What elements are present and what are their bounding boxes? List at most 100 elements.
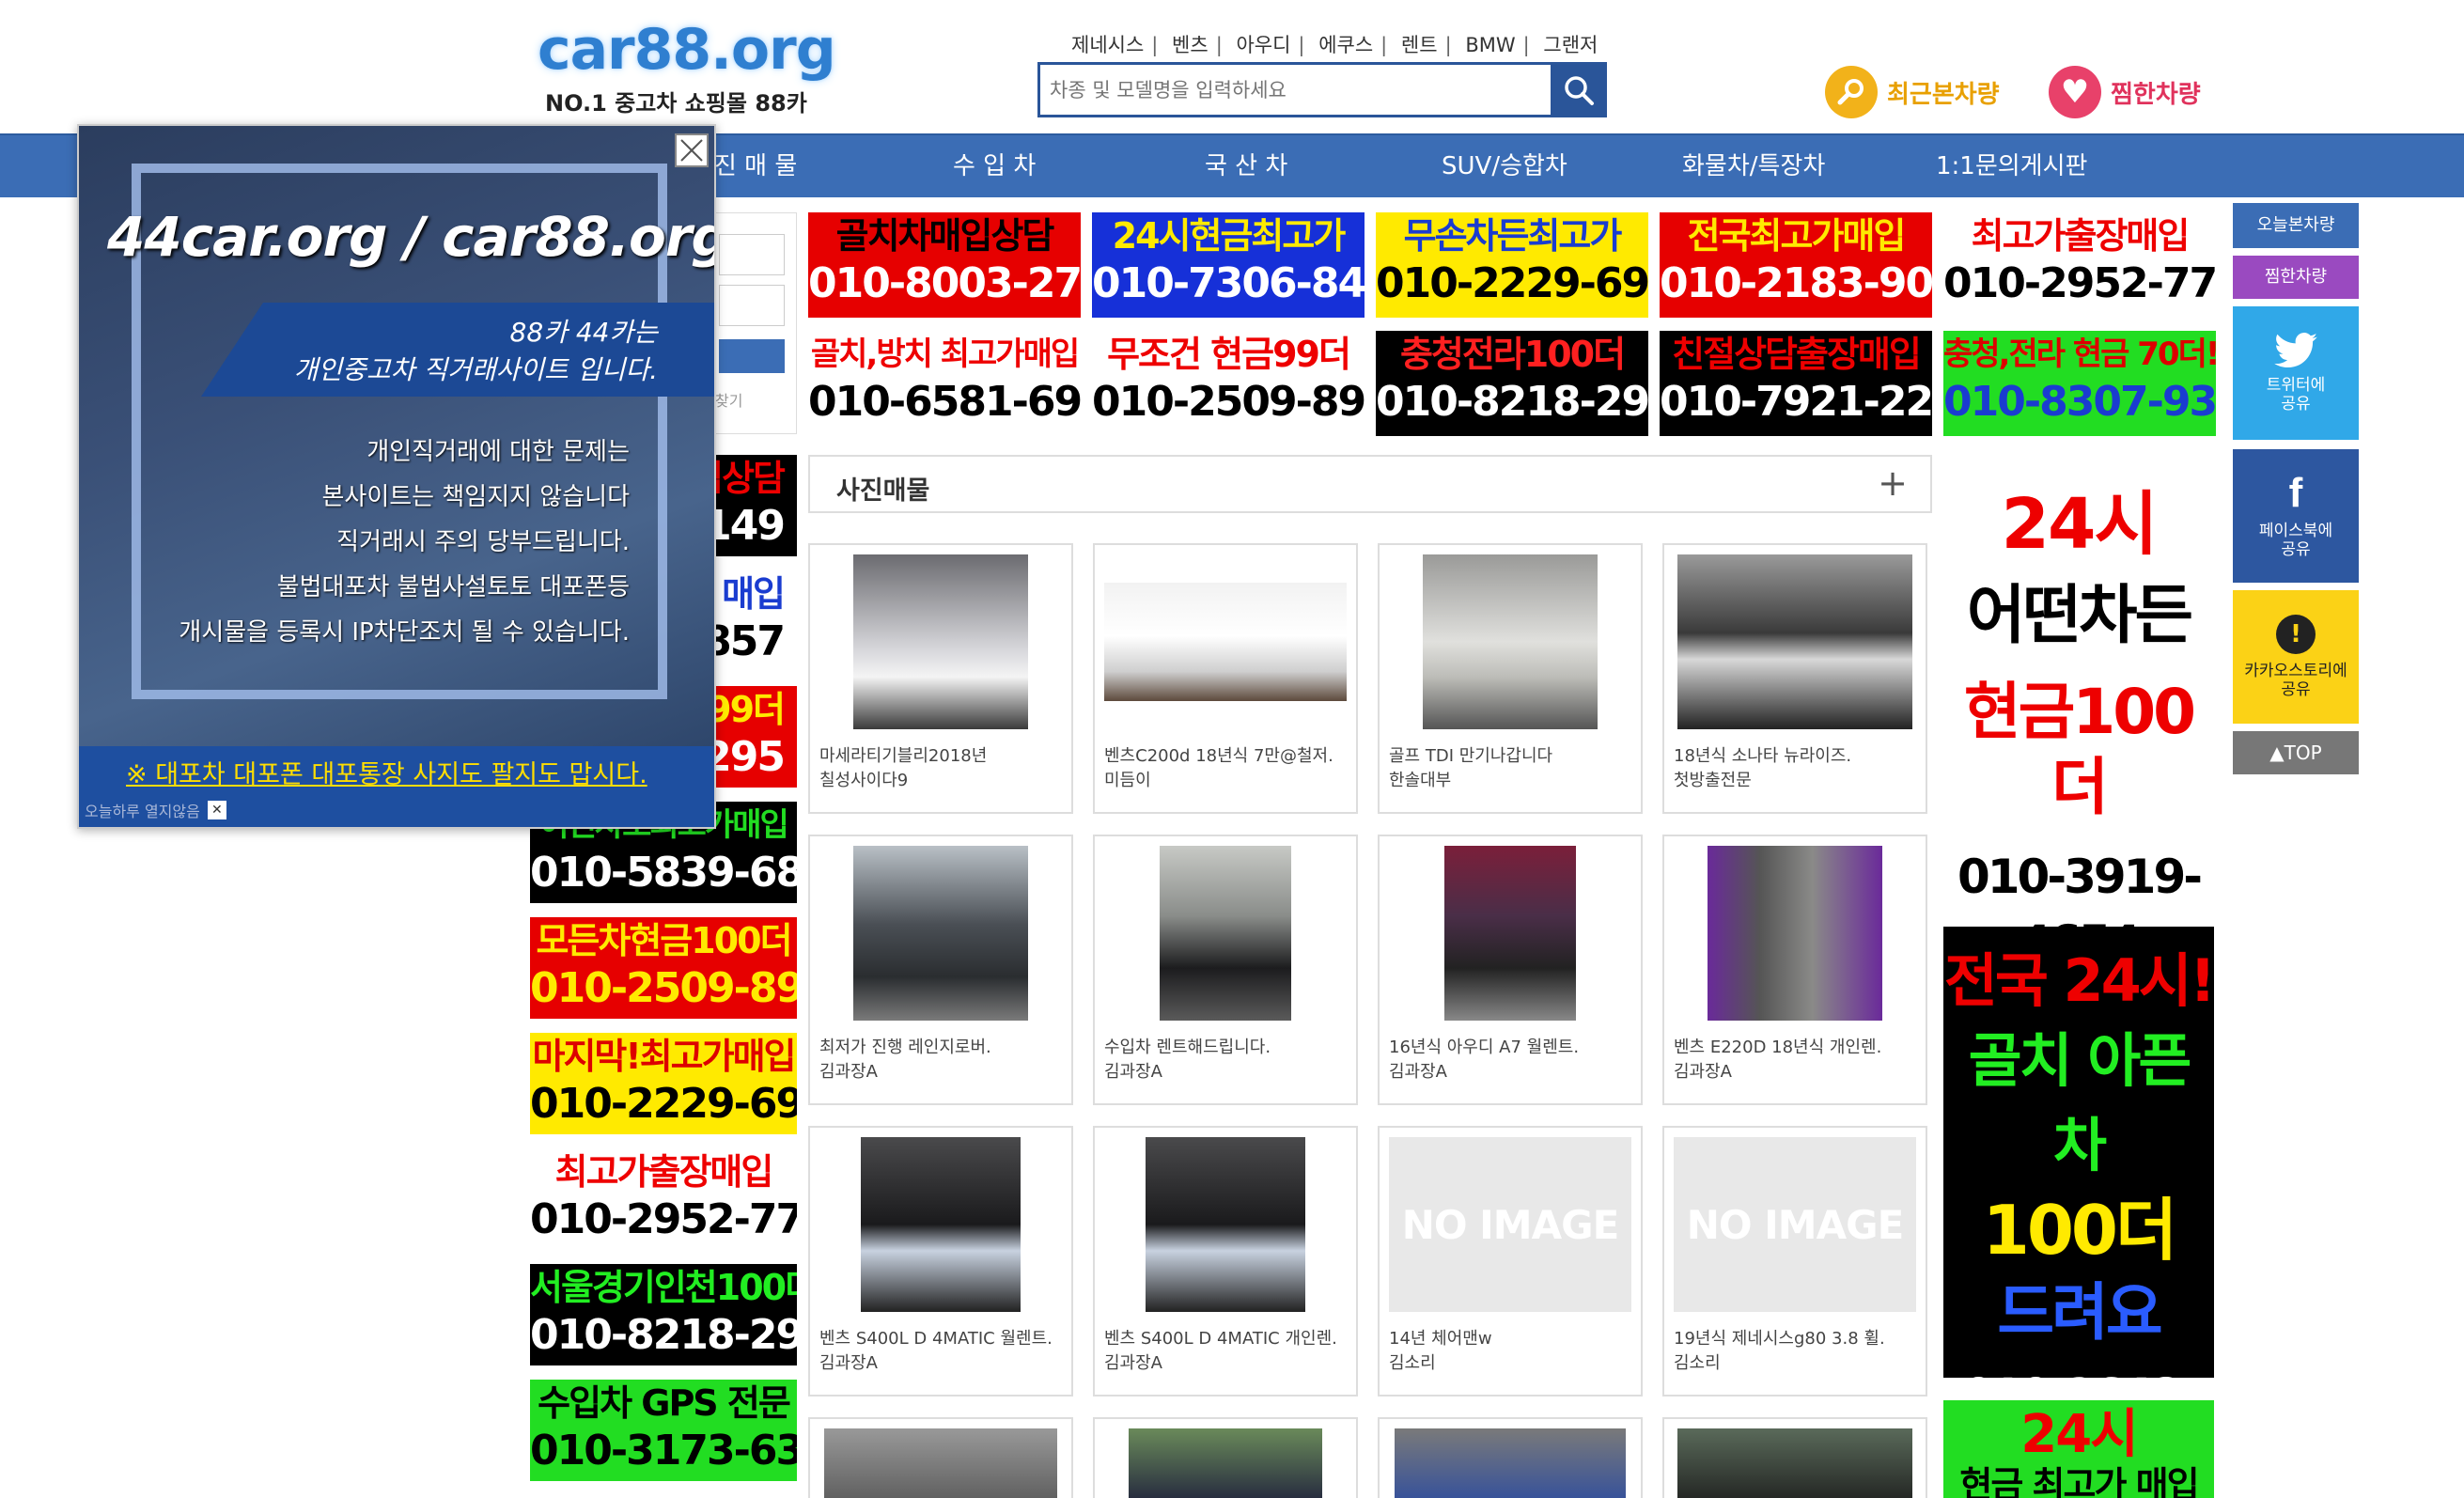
car-title[interactable]: 벤츠 E220D 18년식 개인렌. [1674, 1034, 1920, 1058]
right-ad-3[interactable]: 24시 현금 최고가 매입 [1943, 1400, 2214, 1498]
side-favorites-button[interactable]: 찜한차량 [2233, 256, 2359, 299]
car-card[interactable]: 골프 TDI 만기나갑니다 한솔대부 [1378, 543, 1643, 814]
car-title[interactable]: 벤츠 S400L D 4MATIC 개인렌. [1104, 1325, 1350, 1350]
car-title[interactable]: 벤츠 S400L D 4MATIC 월렌트. [819, 1325, 1066, 1350]
top-ad[interactable]: 충청전라100더010-8218-2989 [1376, 331, 1648, 436]
close-small-icon[interactable]: ✕ [207, 801, 226, 819]
right-ad-1[interactable]: 24시 어떤차든 현금100더 010-3919-4654 [1943, 460, 2214, 970]
car-card[interactable] [808, 1417, 1073, 1498]
car-title[interactable]: 18년식 소나타 뉴라이즈. [1674, 742, 1920, 767]
car-photo[interactable] [819, 1137, 1062, 1312]
car-photo[interactable] [819, 1428, 1062, 1498]
car-title[interactable]: 수입차 렌트해드립니다. [1104, 1034, 1350, 1058]
nav-truck[interactable]: 화물차/특장차 [1682, 135, 1825, 197]
car-photo[interactable] [1389, 846, 1631, 1021]
car-card[interactable]: 수입차 렌트해드립니다. 김과장A [1093, 835, 1358, 1105]
car-photo[interactable] [1104, 1428, 1347, 1498]
side-kakao-share-button[interactable]: ! 카카오스토리에 공유 [2233, 590, 2359, 724]
close-icon [680, 139, 703, 162]
car-photo[interactable] [1389, 554, 1631, 729]
quick-link-benz[interactable]: 벤츠 [1172, 34, 1209, 56]
expand-plus-icon[interactable]: + [1878, 462, 1908, 504]
quick-link-grandeur[interactable]: 그랜저 [1543, 34, 1598, 56]
popup-hide-today[interactable]: 오늘하루 열지않음 ✕ [85, 799, 226, 821]
car-card[interactable]: 마세라티기블리2018년 칠성사이다9 [808, 543, 1073, 814]
car-card[interactable]: 벤츠C200d 18년식 7만@철저. 미듬이 [1093, 543, 1358, 814]
car-photo[interactable] [1104, 1137, 1347, 1312]
car-card[interactable]: 최저가 진행 레인지로버. 김과장A [808, 835, 1073, 1105]
car-title[interactable]: 골프 TDI 만기나갑니다 [1389, 742, 1635, 767]
find-account-link[interactable]: 찾기 [715, 388, 742, 411]
left-ad[interactable]: 수입차 GPS 전문 010-3173-6333 [530, 1380, 797, 1481]
top-ad[interactable]: 최고가출장매입010-2952-7790 [1943, 212, 2216, 318]
left-ad[interactable]: 서울경기인천100더 010-8218-2989 [530, 1264, 797, 1365]
car-card[interactable]: 벤츠 S400L D 4MATIC 개인렌. 김과장A [1093, 1126, 1358, 1397]
top-ad[interactable]: 전국최고가매입010-2183-9067 [1660, 212, 1932, 318]
car-photo[interactable] [1389, 1428, 1631, 1498]
car-card[interactable]: 벤츠 S400L D 4MATIC 월렌트. 김과장A [808, 1126, 1073, 1397]
car-photo[interactable] [819, 554, 1062, 729]
top-ad[interactable]: 친절상담출장매입010-7921-2263 [1660, 331, 1932, 436]
car-card[interactable] [1662, 1417, 1927, 1498]
top-ad[interactable]: 골치,방치 최고가매입010-6581-6953 [808, 331, 1081, 436]
favorite-cars-link[interactable]: ♥ 찜한차량 [2049, 66, 2201, 118]
no-image-placeholder[interactable]: NO IMAGE [1674, 1137, 1916, 1312]
car-title[interactable]: 14년 체어맨w [1389, 1325, 1635, 1350]
quick-link-rent[interactable]: 렌트 [1401, 34, 1438, 56]
top-ad[interactable]: 충청,전라 현금 70더!010-8307-9355 [1943, 331, 2216, 436]
top-ad[interactable]: 무손차든최고가010-2229-6958 [1376, 212, 1648, 318]
left-ad[interactable]: 마지막!최고가매입 010-2229-6958 [530, 1033, 797, 1134]
password-field[interactable] [719, 285, 785, 326]
nav-inquiry-board[interactable]: 1:1문의게시판 [1936, 135, 2087, 197]
quick-link-audi[interactable]: 아우디 [1236, 34, 1290, 56]
user-id-field[interactable] [719, 234, 785, 275]
logo-subtitle: NO.1 중고차 쇼핑몰 88카 [545, 90, 807, 117]
nav-domestic[interactable]: 국 산 차 [1205, 135, 1287, 197]
side-today-viewed-button[interactable]: 오늘본차량 [2233, 203, 2359, 248]
car-card[interactable] [1378, 1417, 1643, 1498]
car-photo[interactable] [1674, 846, 1916, 1021]
site-logo[interactable]: car88.org NO.1 중고차 쇼핑몰 88카 [538, 17, 836, 120]
ad-text: 현금100더 [1963, 676, 2196, 823]
car-photo[interactable] [1104, 846, 1347, 1021]
nav-suv-van[interactable]: SUV/승합차 [1442, 135, 1567, 197]
car-card[interactable]: 벤츠 E220D 18년식 개인렌. 김과장A [1662, 835, 1927, 1105]
car-photo[interactable] [1674, 1428, 1916, 1498]
car-seller: 한솔대부 [1389, 771, 1452, 790]
car-title[interactable]: 최저가 진행 레인지로버. [819, 1034, 1066, 1058]
car-card[interactable]: 16년식 아우디 A7 월렌트. 김과장A [1378, 835, 1643, 1105]
nav-photo-listings[interactable]: 진 매 물 [714, 135, 797, 197]
top-ad[interactable]: 골치차매입상담010-8003-2784 [808, 212, 1081, 318]
back-to-top-button[interactable]: ▲TOP [2233, 731, 2359, 774]
car-title[interactable]: 19년식 제네시스g80 3.8 휠. [1674, 1325, 1920, 1350]
search-input[interactable] [1037, 62, 1551, 117]
recent-cars-link[interactable]: 최근본차량 [1825, 66, 2000, 118]
login-button[interactable] [719, 339, 785, 373]
car-photo[interactable] [1674, 554, 1916, 729]
no-image-placeholder[interactable]: NO IMAGE [1389, 1137, 1631, 1312]
search-button[interactable] [1551, 62, 1607, 117]
car-card[interactable] [1093, 1417, 1358, 1498]
car-title[interactable]: 16년식 아우디 A7 월렌트. [1389, 1034, 1635, 1058]
nav-imported[interactable]: 수 입 차 [953, 135, 1036, 197]
side-twitter-share-button[interactable]: 트위터에 공유 [2233, 306, 2359, 440]
car-card[interactable]: NO IMAGE 19년식 제네시스g80 3.8 휠. 김소리 [1662, 1126, 1927, 1397]
side-facebook-share-button[interactable]: f 페이스북에 공유 [2233, 449, 2359, 583]
car-title[interactable]: 벤츠C200d 18년식 7만@철저. [1104, 742, 1350, 767]
left-ad[interactable]: 최고가출장매입 010-2952-7790 [530, 1148, 797, 1250]
car-photo[interactable] [1104, 554, 1347, 729]
quick-link-equus[interactable]: 에쿠스 [1318, 34, 1373, 56]
top-ad[interactable]: 24시현금최고가010-7306-8456 [1092, 212, 1365, 318]
right-ad-2[interactable]: 전국 24시! 골치 아픈차 100더 드려요 010-2648-1465 [1943, 927, 2216, 1498]
left-ad[interactable]: 모든차현금100더 010-2509-8953 [530, 917, 797, 1019]
quick-link-bmw[interactable]: BMW [1465, 34, 1515, 56]
top-ad[interactable]: 무조건 현금99더010-2509-8953 [1092, 331, 1365, 436]
car-photo[interactable] [819, 846, 1062, 1021]
popup-site-title: 44car.org / car88.org [107, 205, 716, 269]
car-card[interactable]: 18년식 소나타 뉴라이즈. 첫방출전문 [1662, 543, 1927, 814]
car-card[interactable]: NO IMAGE 14년 체어맨w 김소리 [1378, 1126, 1643, 1397]
magnifier-icon [1825, 66, 1878, 118]
quick-link-genesis[interactable]: 제네시스 [1071, 34, 1144, 56]
popup-close-button[interactable] [675, 133, 709, 167]
car-title[interactable]: 마세라티기블리2018년 [819, 742, 1066, 767]
